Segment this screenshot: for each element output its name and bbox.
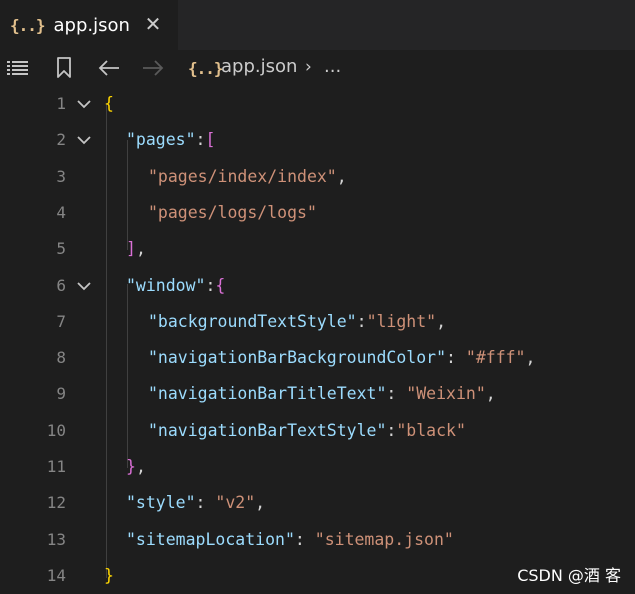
code-line[interactable]: 2 "pages":[ [0,122,635,158]
code-line[interactable]: 11}, [0,449,635,485]
code-text: } [104,558,114,594]
code-token: : [386,420,397,440]
code-token: ] [126,239,136,259]
code-token: : [195,130,206,150]
code-token: , [135,239,146,259]
code-text: "pages/logs/logs" [148,195,317,231]
breadcrumb-json-icon: {..} [188,59,224,78]
code-token: [ [205,130,216,150]
line-number: 2 [56,130,66,150]
arrow-right-icon[interactable] [141,55,165,81]
code-token: "pages/index/index" [148,166,337,186]
code-line[interactable]: 5], [0,231,635,267]
code-token: "window" [126,275,206,295]
tab-label: app.json [53,14,130,36]
code-line[interactable]: 7 "backgroundTextStyle":"light", [0,304,635,340]
code-line[interactable]: 9 "navigationBarTitleText": "Weixin", [0,376,635,412]
line-number: 4 [56,202,66,222]
code-token: "backgroundTextStyle" [148,311,357,331]
fold-chevron-icon[interactable] [76,268,92,304]
code-token: { [104,94,114,113]
fold-chevron-icon[interactable] [76,86,92,122]
breadcrumb-file[interactable]: app.json [221,56,297,77]
code-text: ], [126,231,146,267]
code-text: "pages":[ [126,122,215,158]
code-token: : [205,275,216,295]
line-number: 6 [56,275,66,295]
code-token: "Weixin" [406,384,486,404]
code-token: "navigationBarTextStyle" [148,420,387,440]
code-token: "pages" [126,130,196,150]
code-text: "style": "v2", [126,485,265,521]
line-number: 10 [46,420,66,440]
code-line[interactable]: 8 "navigationBarBackgroundColor": "#fff", [0,340,635,376]
code-token: "sitemapLocation" [126,529,295,549]
line-number: 12 [46,493,66,513]
code-token: "style" [126,493,196,513]
code-token: "#fff" [465,348,526,368]
code-token: "black" [396,420,466,440]
line-number: 5 [56,239,66,259]
code-line[interactable]: 3 "pages/index/index", [0,159,635,195]
line-number: 3 [56,166,66,186]
code-line[interactable]: 4 "pages/logs/logs" [0,195,635,231]
code-line[interactable]: 13 "sitemapLocation": "sitemap.json" [0,522,635,558]
code-text: "pages/index/index", [148,159,347,195]
code-text: "navigationBarBackgroundColor": "#fff", [148,340,535,376]
code-token: , [336,166,347,186]
line-number: 13 [46,529,66,549]
line-number: 7 [56,311,66,331]
bookmark-icon[interactable] [54,55,74,81]
editor-toolbar: {..} app.json › ... [0,50,635,86]
code-text: "backgroundTextStyle":"light", [148,304,446,340]
line-number: 1 [56,94,66,113]
code-text: "navigationBarTextStyle":"black" [148,413,466,449]
code-text: "window":{ [126,268,225,304]
code-text: }, [126,449,146,485]
code-line[interactable]: 12 "style": "v2", [0,485,635,521]
line-number: 8 [56,348,66,368]
code-token: "v2" [215,493,256,513]
code-text: "sitemapLocation": "sitemap.json" [126,522,454,558]
code-text: "navigationBarTitleText": "Weixin", [148,376,496,412]
code-line[interactable]: 1{ [0,86,635,122]
line-number: 14 [46,565,66,585]
json-file-icon: {..} [10,15,46,35]
code-token: : [294,529,315,549]
code-editor[interactable]: 1{2 "pages":[3 "pages/index/index", 4 "pages… [0,86,635,594]
code-token: "sitemap.json" [314,529,454,549]
code-token: : [386,384,407,404]
code-token: : [446,348,466,368]
code-token: , [525,348,536,368]
code-token: "navigationBarTitleText" [148,384,387,404]
breadcrumb-separator: › [305,57,312,77]
code-line[interactable]: 6 "window":{ [0,268,635,304]
tab-app-json[interactable]: {..} app.json ✕ [0,0,178,50]
code-token: "pages/logs/logs" [148,202,317,222]
code-token: { [215,275,226,295]
fold-chevron-icon[interactable] [76,122,92,158]
code-token: , [135,457,146,476]
code-token: , [436,311,447,331]
watermark: CSDN @酒 客 [517,566,621,585]
code-token: } [126,457,136,476]
code-text: { [104,86,114,122]
code-token: "light" [366,311,437,331]
arrow-left-icon[interactable] [97,55,121,81]
code-token: "navigationBarBackgroundColor" [148,348,447,368]
breadcrumb-more[interactable]: ... [324,56,341,77]
close-icon[interactable]: ✕ [143,12,163,36]
tab-bar: {..} app.json ✕ [0,0,635,50]
line-number: 9 [56,384,66,404]
code-token: } [104,565,114,585]
code-token: , [255,493,266,513]
line-number: 11 [46,457,66,476]
code-token: : [195,493,216,513]
list-icon[interactable] [6,55,30,81]
code-token: , [485,384,496,404]
code-token: : [356,311,367,331]
code-line[interactable]: 10 "navigationBarTextStyle":"black" [0,413,635,449]
